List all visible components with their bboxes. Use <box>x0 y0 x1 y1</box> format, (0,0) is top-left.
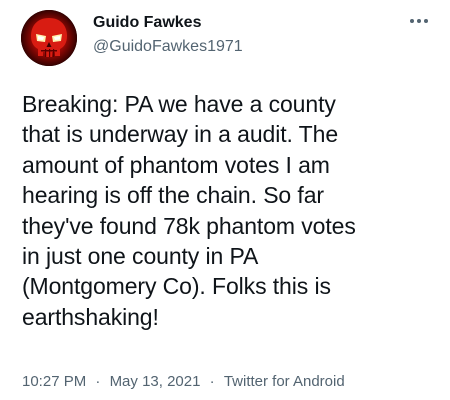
author-display-name[interactable]: Guido Fawkes <box>93 14 201 32</box>
separator: · <box>95 373 101 390</box>
separator: · <box>209 373 215 390</box>
tweet-text: Breaking: PA we have a county that is un… <box>22 91 356 330</box>
avatar[interactable] <box>21 10 77 66</box>
skull-icon <box>21 10 77 66</box>
tweet-source-link[interactable]: Twitter for Android <box>224 373 345 390</box>
more-options-button[interactable] <box>404 10 434 32</box>
more-options-icon <box>410 19 428 23</box>
tweet-date[interactable]: May 13, 2021 <box>110 373 201 390</box>
author-handle[interactable]: @GuidoFawkes1971 <box>93 38 243 56</box>
tweet-metadata: 10:27 PM · May 13, 2021 · Twitter for An… <box>22 373 345 390</box>
tweet-card: Guido Fawkes @GuidoFawkes1971 Breaking: … <box>0 0 450 400</box>
tweet-time[interactable]: 10:27 PM <box>22 373 86 390</box>
